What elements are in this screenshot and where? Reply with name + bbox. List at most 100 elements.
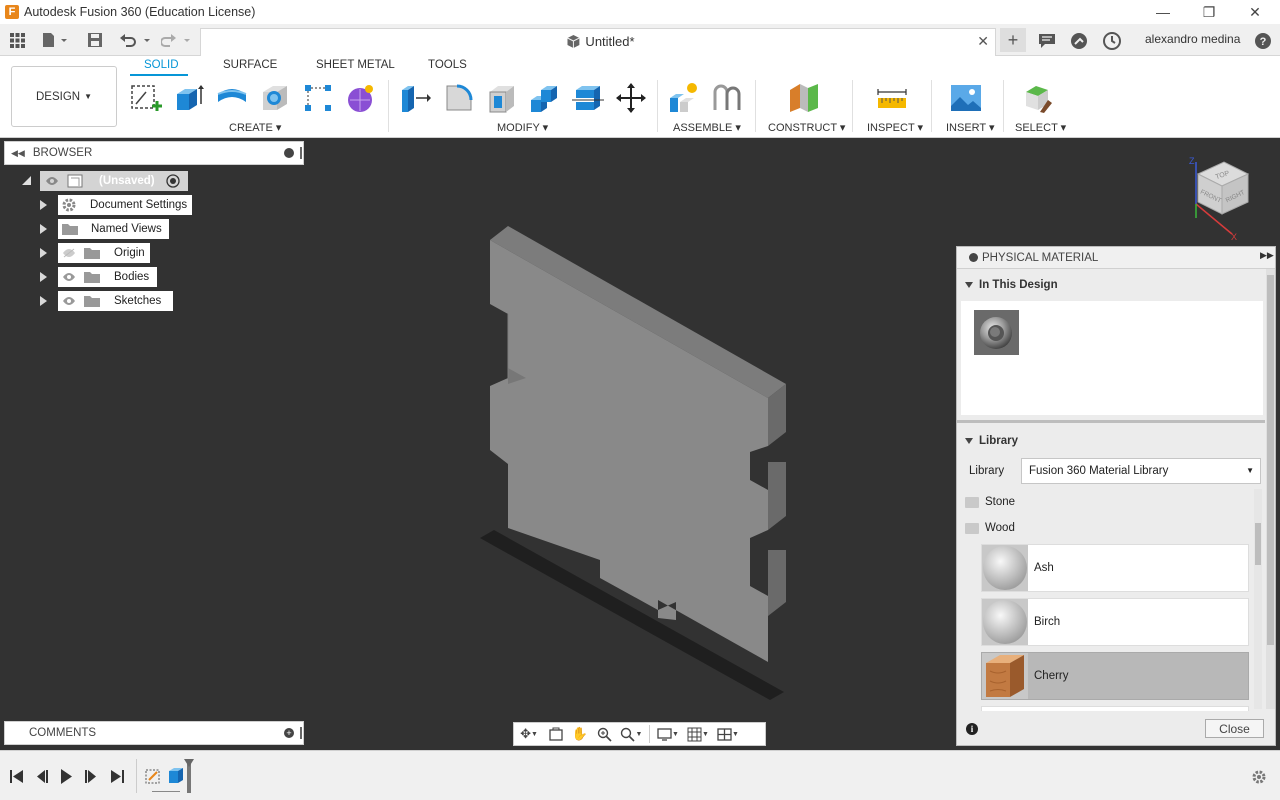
split-body-icon[interactable] xyxy=(572,82,604,114)
construct-menu[interactable]: CONSTRUCT ▾ xyxy=(768,121,845,134)
timeline-sketch-feature-icon[interactable] xyxy=(145,767,163,785)
browser-pin-icon[interactable] xyxy=(300,147,302,159)
physical-material-header[interactable]: PHYSICAL MATERIAL ▶▶ xyxy=(957,247,1275,269)
timeline-extrude-feature-icon[interactable] xyxy=(167,765,185,787)
job-status-icon[interactable] xyxy=(1068,31,1090,51)
data-panel-grid-icon[interactable] xyxy=(8,30,26,50)
tab-solid[interactable]: SOLID xyxy=(144,59,179,71)
library-folder-wood[interactable]: Wood xyxy=(965,522,1015,534)
create-sketch-icon[interactable] xyxy=(130,82,162,114)
browser-item-bodies[interactable]: Bodies xyxy=(58,267,157,287)
restore-button[interactable]: ❐ xyxy=(1186,0,1232,24)
joint-icon[interactable] xyxy=(711,82,743,114)
new-tab-button[interactable]: + xyxy=(1000,28,1026,52)
fit-icon[interactable]: ▼ xyxy=(616,724,646,744)
expand-bodies[interactable] xyxy=(40,272,47,282)
browser-item-sketches[interactable]: Sketches xyxy=(58,291,173,311)
browser-minimize-icon[interactable] xyxy=(284,148,294,158)
close-tab-icon[interactable]: ✕ xyxy=(977,33,989,50)
browser-item-document-settings[interactable]: Document Settings xyxy=(58,195,192,215)
inspect-menu[interactable]: INSPECT ▾ xyxy=(867,121,923,134)
combine-icon[interactable] xyxy=(529,82,561,114)
move-copy-icon[interactable] xyxy=(615,82,647,114)
hole-icon[interactable] xyxy=(259,82,291,114)
step-forward-icon[interactable] xyxy=(84,770,98,783)
zoom-icon[interactable] xyxy=(592,724,616,744)
browser-item-named-views[interactable]: Named Views xyxy=(58,219,169,239)
workspace-switcher-button[interactable]: DESIGN ▼ xyxy=(11,66,117,127)
expand-origin[interactable] xyxy=(40,248,47,258)
minimize-button[interactable]: — xyxy=(1140,0,1186,24)
browser-item-origin[interactable]: Origin xyxy=(58,243,150,263)
activate-component-icon[interactable] xyxy=(166,174,180,188)
material-item-birch[interactable]: Birch xyxy=(981,598,1249,646)
history-clock-icon[interactable] xyxy=(1101,31,1123,51)
dialog-collapse-icon[interactable] xyxy=(969,253,978,262)
info-icon[interactable]: i xyxy=(966,723,978,735)
hidden-eye-icon[interactable] xyxy=(62,248,76,258)
tab-surface[interactable]: SURFACE xyxy=(223,59,277,71)
press-pull-icon[interactable] xyxy=(400,82,432,114)
revolve-icon[interactable] xyxy=(216,82,248,114)
comments-panel-header[interactable]: COMMENTS + xyxy=(4,721,304,745)
comments-pin-icon[interactable] xyxy=(300,727,302,739)
expand-sketches[interactable] xyxy=(40,296,47,306)
grid-snaps-icon[interactable]: ▼ xyxy=(683,724,713,744)
help-icon[interactable]: ? xyxy=(1252,31,1274,51)
modify-menu[interactable]: MODIFY ▾ xyxy=(497,121,548,134)
in-this-design-header[interactable]: In This Design xyxy=(965,279,1058,291)
document-tab[interactable]: Untitled* ✕ xyxy=(200,28,996,56)
undo-icon[interactable] xyxy=(118,30,152,50)
add-comment-icon[interactable]: + xyxy=(284,728,294,738)
assemble-menu[interactable]: ASSEMBLE ▾ xyxy=(673,121,741,134)
insert-image-icon[interactable] xyxy=(950,82,982,114)
insert-menu[interactable]: INSERT ▾ xyxy=(946,121,995,134)
shell-icon[interactable] xyxy=(486,82,518,114)
material-item-cherry[interactable]: Cherry xyxy=(981,652,1249,700)
library-scrollbar[interactable] xyxy=(1254,489,1262,709)
library-dropdown[interactable]: Fusion 360 Material Library ▼ xyxy=(1021,458,1261,484)
viewport-3d-model[interactable] xyxy=(440,200,840,710)
save-icon[interactable] xyxy=(86,30,104,50)
step-back-icon[interactable] xyxy=(35,770,49,783)
browser-root-expander[interactable] xyxy=(22,176,31,185)
library-scrollbar-thumb[interactable] xyxy=(1255,523,1261,565)
dialog-scrollbar-thumb[interactable] xyxy=(1267,275,1274,645)
fillet-icon[interactable] xyxy=(443,82,475,114)
expand-named-views[interactable] xyxy=(40,224,47,234)
visibility-eye-icon[interactable] xyxy=(62,296,76,306)
visibility-eye-icon[interactable] xyxy=(62,272,76,282)
tab-sheet-metal[interactable]: SHEET METAL xyxy=(316,59,395,71)
library-folder-stone[interactable]: Stone xyxy=(965,496,1015,508)
timeline-settings-gear-icon[interactable] xyxy=(1251,769,1267,785)
go-to-end-icon[interactable] xyxy=(110,770,124,783)
new-component-icon[interactable] xyxy=(668,82,700,114)
expand-document-settings[interactable] xyxy=(40,200,47,210)
create-menu[interactable]: CREATE ▾ xyxy=(229,121,281,134)
offset-plane-icon[interactable] xyxy=(788,82,820,114)
visibility-eye-icon[interactable] xyxy=(45,176,59,186)
viewcube[interactable]: TOP FRONT RIGHT Z X xyxy=(1186,152,1262,242)
user-account-name[interactable]: alexandro medina xyxy=(1145,32,1240,46)
browser-panel-header[interactable]: ◀◀ BROWSER xyxy=(4,141,304,165)
create-form-icon[interactable] xyxy=(345,82,377,114)
pan-hand-icon[interactable]: ✋ xyxy=(568,724,592,744)
close-window-button[interactable]: ✕ xyxy=(1232,0,1278,24)
viewports-icon[interactable]: ▼ xyxy=(713,724,743,744)
file-menu-icon[interactable] xyxy=(40,30,70,50)
orbit-icon[interactable]: ✥ ▼ xyxy=(514,724,544,744)
collapse-panel-icon[interactable]: ◀◀ xyxy=(11,148,25,159)
measure-icon[interactable] xyxy=(876,82,908,114)
redo-icon[interactable] xyxy=(160,30,194,50)
go-to-start-icon[interactable] xyxy=(10,770,24,783)
material-item-ash[interactable]: Ash xyxy=(981,544,1249,592)
dialog-scrollbar[interactable] xyxy=(1266,269,1275,709)
notifications-icon[interactable] xyxy=(1036,31,1058,51)
play-icon[interactable] xyxy=(60,769,73,784)
look-at-icon[interactable] xyxy=(544,724,568,744)
tab-tools[interactable]: TOOLS xyxy=(428,59,467,71)
extrude-icon[interactable] xyxy=(173,82,205,114)
expand-dialog-icon[interactable]: ▶▶ xyxy=(1260,250,1274,261)
pattern-icon[interactable] xyxy=(302,82,334,114)
material-thumbnail-steel[interactable] xyxy=(974,310,1019,355)
